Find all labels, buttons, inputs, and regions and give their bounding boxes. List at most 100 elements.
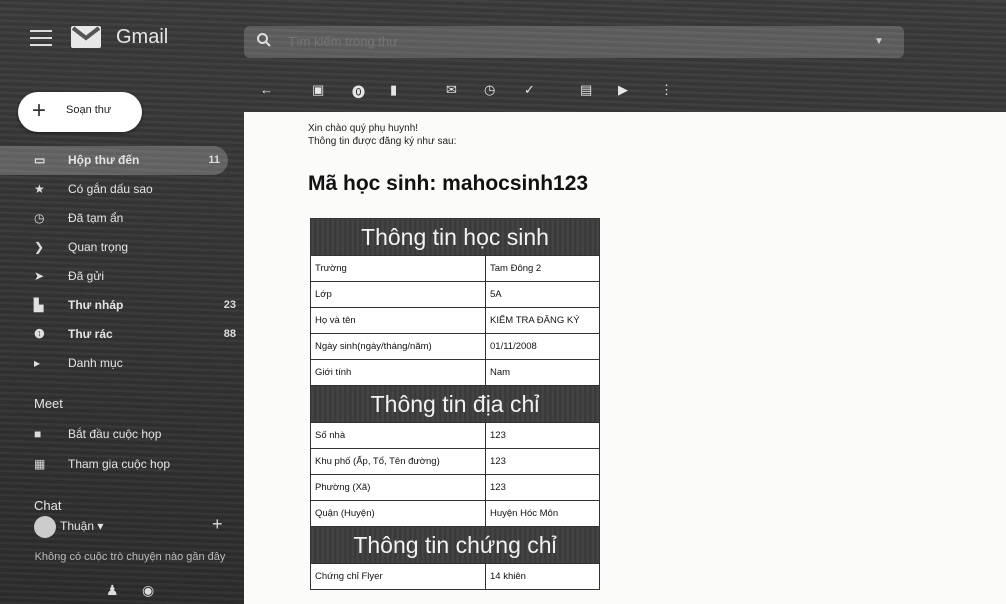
table-row: Quận (Huyện) Huyện Hóc Môn <box>310 500 600 527</box>
plus-icon: + <box>32 97 47 124</box>
table-row: Khu phố (Ấp, Tổ, Tên đường) 123 <box>310 448 600 475</box>
report-spam-icon[interactable]: ⓿ <box>352 82 365 101</box>
chat-user-status[interactable]: Thuận ▾ <box>34 516 103 538</box>
table-row: Ngày sinh(ngày/tháng/năm) 01/11/2008 <box>310 333 600 360</box>
sidebar-item-label: Thư rác <box>68 327 113 341</box>
spam-count: 88 <box>223 328 236 340</box>
new-chat-plus-icon[interactable]: + <box>212 514 223 535</box>
field-label: Ngày sinh(ngày/tháng/năm) <box>310 333 486 360</box>
gmail-logo-icon <box>71 26 101 48</box>
field-value: Nam <box>485 359 600 386</box>
move-to-icon[interactable]: ▤ <box>580 82 592 98</box>
labels-icon[interactable]: ▶ <box>618 82 628 98</box>
spam-icon: ❶ <box>34 327 45 341</box>
field-label: Số nhà <box>310 422 486 449</box>
field-value: Huyện Hóc Môn <box>485 500 600 527</box>
more-options-icon[interactable]: ⋮ <box>660 82 673 98</box>
sidebar-item-label: Thư nháp <box>68 298 124 312</box>
field-value: 123 <box>485 474 600 501</box>
email-body: Xin chào quý phụ huynh! Thông tin được đ… <box>244 112 1006 604</box>
table-row: Phường (Xã) 123 <box>310 474 600 501</box>
contacts-icon[interactable]: ♟ <box>106 582 119 599</box>
greeting-line-2: Thông tin được đăng ký như sau: <box>308 136 457 147</box>
sidebar-item-label: Đã tạm ẩn <box>68 211 124 225</box>
archive-icon[interactable]: ▣ <box>312 82 324 98</box>
section-heading-certificate: Thông tin chứng chỉ <box>310 526 600 564</box>
chat-bubble-icon[interactable]: ◉ <box>142 582 154 599</box>
table-row: Họ và tên KIỂM TRA ĐĂNG KÝ <box>310 307 600 334</box>
section-heading-address: Thông tin địa chỉ <box>310 385 600 423</box>
field-value: Tam Đông 2 <box>485 255 600 282</box>
field-label: Giới tính <box>310 359 486 386</box>
app-name: Gmail <box>116 26 169 48</box>
compose-label: Soạn thư <box>66 104 112 116</box>
delete-icon[interactable]: ▮ <box>390 82 397 98</box>
sidebar-item-spam[interactable]: ❶ Thư rác 88 <box>0 320 236 349</box>
sidebar-item-sent[interactable]: ➤ Đã gửi <box>0 262 236 291</box>
avatar <box>34 516 56 538</box>
add-task-icon[interactable]: ✓ <box>524 82 535 98</box>
send-icon: ➤ <box>34 269 45 283</box>
field-label: Phường (Xã) <box>310 474 486 501</box>
search-icon[interactable] <box>256 32 272 48</box>
start-meeting-link[interactable]: Bắt đầu cuộc họp <box>68 427 161 441</box>
registration-info-table: Thông tin học sinh Trường Tam Đông 2 Lớp 5… <box>310 218 600 590</box>
field-value: KIỂM TRA ĐĂNG KÝ <box>485 307 600 334</box>
compose-button[interactable]: + Soạn thư <box>18 92 142 132</box>
join-meeting-link[interactable]: Tham gia cuộc họp <box>68 457 170 471</box>
sidebar-item-label: Quan trọng <box>68 240 129 254</box>
sidebar-item-label: Hộp thư đến <box>68 153 140 167</box>
sidebar-item-label: Có gắn dấu sao <box>68 182 153 196</box>
field-label: Quận (Huyện) <box>310 500 486 527</box>
field-label: Chứng chỉ Flyer <box>310 563 486 590</box>
label-icon: ▸ <box>34 356 41 370</box>
field-value: 14 khiên <box>485 563 600 590</box>
table-row: Trường Tam Đông 2 <box>310 255 600 282</box>
student-code-title: Mã học sinh: mahocsinh123 <box>308 172 589 195</box>
sidebar-nav: ▭ Hộp thư đến 11 ★ Có gắn dấu sao ◷ Đã t… <box>0 146 236 378</box>
star-icon: ★ <box>34 182 45 196</box>
table-row: Giới tính Nam <box>310 359 600 386</box>
meet-heading: Meet <box>34 396 63 411</box>
field-value: 01/11/2008 <box>485 333 600 360</box>
field-value: 5A <box>485 281 600 308</box>
greeting: Xin chào quý phụ huynh! Thông tin được đ… <box>308 122 456 148</box>
sidebar-item-starred[interactable]: ★ Có gắn dấu sao <box>0 175 236 204</box>
snooze-icon[interactable]: ◷ <box>484 82 495 98</box>
draft-icon: ▙ <box>34 298 44 312</box>
table-row: Chứng chỉ Flyer 14 khiên <box>310 563 600 590</box>
field-value: 123 <box>485 422 600 449</box>
table-row: Số nhà 123 <box>310 422 600 449</box>
keyboard-icon: ▦ <box>34 457 46 471</box>
sidebar-item-label: Đã gửi <box>68 269 105 283</box>
main-menu-button[interactable] <box>30 30 52 48</box>
search-options-icon[interactable]: ▼ <box>874 36 884 47</box>
field-value: 123 <box>485 448 600 475</box>
important-icon: ❯ <box>34 240 45 254</box>
inbox-icon: ▭ <box>34 153 46 167</box>
table-row: Lớp 5A <box>310 281 600 308</box>
sidebar-item-categories[interactable]: ▸ Danh mục <box>0 349 236 378</box>
search-input[interactable] <box>286 33 850 50</box>
chat-user-name: Thuận <box>60 519 95 534</box>
field-label: Khu phố (Ấp, Tổ, Tên đường) <box>310 448 486 475</box>
chat-heading: Chat <box>34 498 62 513</box>
clock-icon: ◷ <box>34 211 45 225</box>
mark-unread-icon[interactable]: ✉ <box>446 82 457 98</box>
field-label: Trường <box>310 255 486 282</box>
section-heading-student: Thông tin học sinh <box>310 218 600 256</box>
chat-empty-message: Không có cuộc trò chuyện nào gần đây <box>34 551 226 563</box>
greeting-line-1: Xin chào quý phụ huynh! <box>308 123 419 134</box>
sidebar-item-drafts[interactable]: ▙ Thư nháp 23 <box>0 291 236 320</box>
sidebar-item-label: Danh mục <box>68 356 123 370</box>
chevron-down-icon: ▾ <box>94 519 104 534</box>
field-label: Họ và tên <box>310 307 486 334</box>
sidebar-item-snoozed[interactable]: ◷ Đã tạm ẩn <box>0 204 236 233</box>
video-camera-icon: ■ <box>34 427 42 441</box>
sidebar-item-inbox[interactable]: ▭ Hộp thư đến 11 <box>0 146 228 175</box>
draft-count: 23 <box>223 299 236 311</box>
field-label: Lớp <box>310 281 486 308</box>
sidebar-item-important[interactable]: ❯ Quan trọng <box>0 233 236 262</box>
unread-count: 11 <box>208 154 220 166</box>
back-arrow-icon[interactable]: ← <box>260 82 273 97</box>
